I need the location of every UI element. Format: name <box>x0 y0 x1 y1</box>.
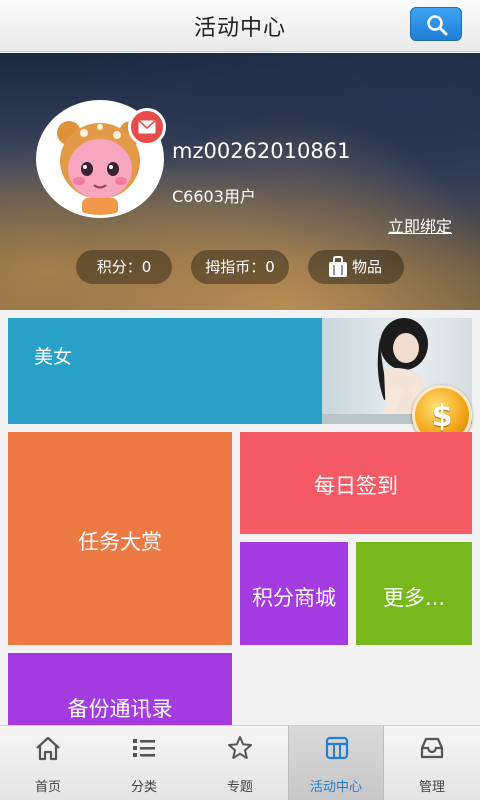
tile-tasks[interactable]: 任务大赏 <box>8 432 232 645</box>
home-icon <box>36 736 60 761</box>
tile-more[interactable]: 更多... <box>356 542 472 645</box>
tile-backup-label: 备份通讯录 <box>67 697 173 721</box>
nav-label-topics: 专题 <box>226 780 253 795</box>
nav-item-activity-center[interactable]: 活动中心 <box>288 726 384 800</box>
points-pill[interactable]: 积分：0 <box>76 250 172 284</box>
page-title: 活动中心 <box>193 16 286 41</box>
app-header: 活动中心 <box>0 0 480 52</box>
tile-checkin-label: 每日签到 <box>314 474 398 498</box>
inbox-icon <box>420 737 444 759</box>
message-badge[interactable] <box>128 108 166 146</box>
star-icon <box>228 736 252 759</box>
items-pill[interactable]: 物品 <box>308 250 404 284</box>
device-label: C6603用户 <box>172 187 256 206</box>
nav-label-activity-center: 活动中心 <box>309 780 362 795</box>
coins-pill[interactable]: 拇指币：0 <box>191 250 289 284</box>
bind-account-link[interactable]: 立即绑定 <box>388 213 452 237</box>
search-button[interactable] <box>410 7 462 41</box>
tile-more-label: 更多... <box>382 586 446 610</box>
nav-item-topics[interactable]: 专题 <box>192 726 288 800</box>
nav-item-category[interactable]: 分类 <box>96 726 192 800</box>
nav-item-manage[interactable]: 管理 <box>384 726 480 800</box>
nav-label-manage: 管理 <box>418 780 445 795</box>
profile-banner: mz00262010861 C6603用户 立即绑定 积分：0 拇指币：0 物品 <box>0 53 480 310</box>
bag-icon <box>329 256 347 277</box>
tile-tasks-label: 任务大赏 <box>78 530 162 554</box>
tile-beauty[interactable]: 美女 <box>8 318 472 424</box>
activity-icon <box>325 736 349 760</box>
tile-beauty-label: 美女 <box>34 346 73 368</box>
bottom-nav: 首页 分类 专题 活动中心 管理 <box>0 725 480 800</box>
nav-item-home[interactable]: 首页 <box>0 726 96 800</box>
coin-icon: $ <box>431 399 453 434</box>
mail-icon <box>138 120 156 134</box>
username: mz00262010861 <box>172 139 351 163</box>
tile-points-mall[interactable]: 积分商城 <box>240 542 348 645</box>
tile-daily-checkin[interactable]: 每日签到 <box>240 432 472 534</box>
search-icon <box>427 15 448 36</box>
tile-backup-contacts[interactable]: 备份通讯录 <box>8 653 232 725</box>
list-icon <box>133 739 155 757</box>
nav-label-category: 分类 <box>130 780 157 795</box>
items-label: 物品 <box>352 258 383 276</box>
nav-label-home: 首页 <box>34 780 61 795</box>
tile-mall-label: 积分商城 <box>252 586 336 610</box>
